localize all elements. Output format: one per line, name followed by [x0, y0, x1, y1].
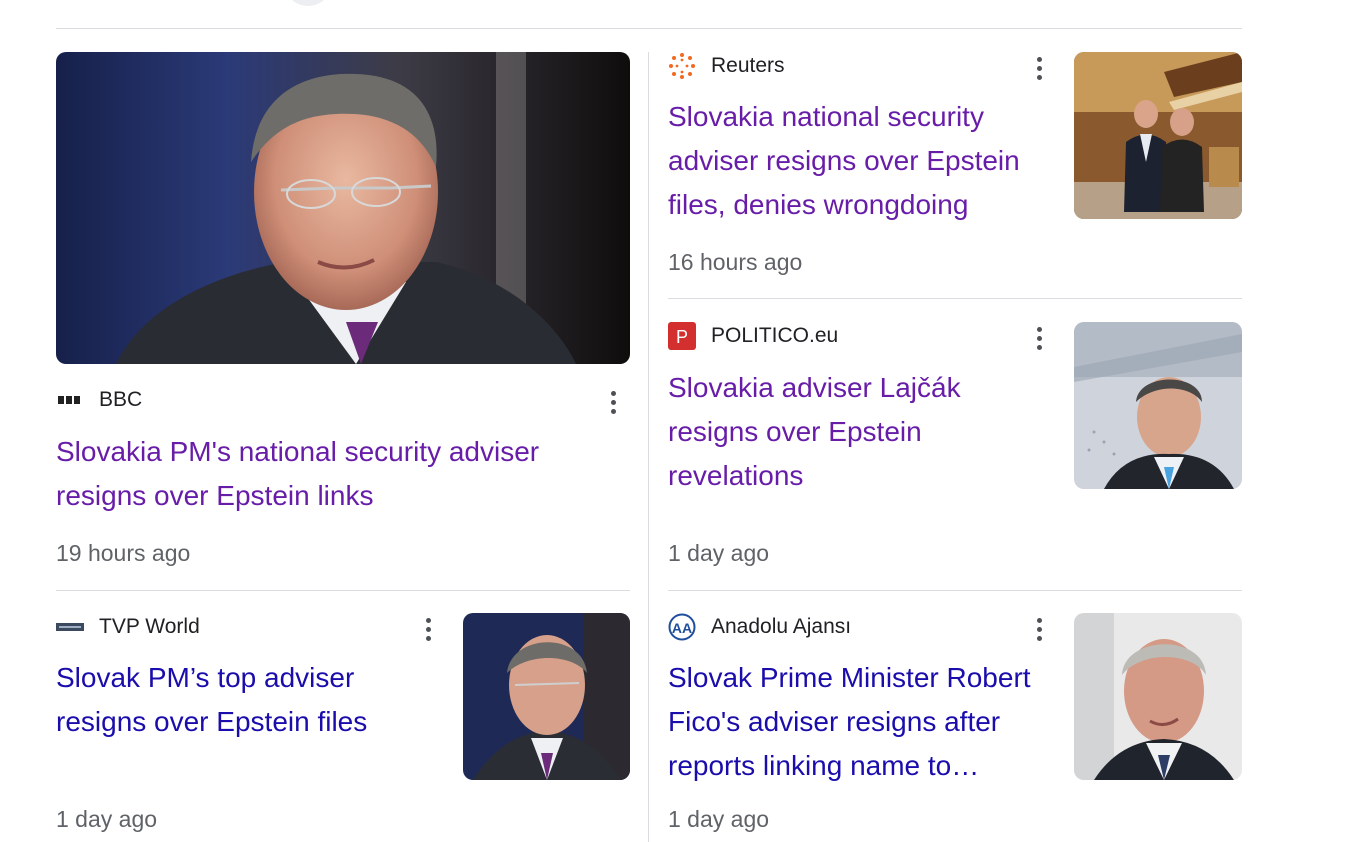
source-name: Anadolu Ajansı — [711, 615, 852, 638]
source-name: BBC — [99, 388, 143, 411]
more-options-icon[interactable] — [416, 613, 440, 645]
article-thumbnail-tvp-world[interactable] — [463, 613, 630, 780]
column-divider — [648, 52, 649, 842]
publish-time: 16 hours ago — [668, 249, 803, 275]
article-headline[interactable]: Slovak PM’s top adviser resigns over Eps… — [56, 656, 436, 744]
article-thumbnail-politico[interactable] — [1074, 322, 1242, 489]
more-options-icon[interactable] — [601, 386, 625, 418]
publish-time: 19 hours ago — [56, 540, 191, 566]
source-name: TVP World — [99, 615, 200, 638]
publish-time: 1 day ago — [668, 540, 770, 566]
source-name: POLITICO.eu — [711, 324, 839, 347]
article-headline[interactable]: Slovakia national security adviser resig… — [668, 95, 1053, 227]
tvp-world-logo-icon — [56, 613, 84, 641]
article-headline[interactable]: Slovakia PM's national security adviser … — [56, 430, 616, 518]
bbc-logo-icon — [56, 386, 84, 414]
svg-text:AA: AA — [672, 620, 692, 636]
section-divider — [56, 28, 1242, 29]
card-divider — [668, 298, 1242, 299]
publish-time: 1 day ago — [668, 806, 770, 832]
publish-time: 1 day ago — [56, 806, 158, 832]
more-options-icon[interactable] — [1027, 613, 1051, 645]
politico-logo-icon: P — [668, 322, 696, 350]
source-name: Reuters — [711, 54, 785, 77]
more-options-icon[interactable] — [1027, 52, 1051, 84]
article-headline[interactable]: Slovakia adviser Lajčák resigns over Eps… — [668, 366, 998, 498]
search-tools-chip-edge[interactable] — [284, 0, 332, 6]
card-divider — [56, 590, 630, 591]
more-options-icon[interactable] — [1027, 322, 1051, 354]
anadolu-logo-icon: AA — [668, 613, 696, 641]
svg-text:P: P — [676, 327, 688, 347]
article-thumbnail-anadolu[interactable] — [1074, 613, 1242, 780]
reuters-logo-icon — [668, 52, 696, 80]
article-thumbnail-bbc[interactable] — [56, 52, 630, 364]
article-thumbnail-reuters[interactable] — [1074, 52, 1242, 219]
article-headline[interactable]: Slovak Prime Minister Robert Fico's advi… — [668, 656, 1053, 788]
card-divider — [668, 590, 1242, 591]
